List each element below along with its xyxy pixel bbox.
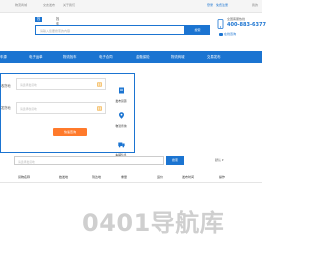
hotline-label: 全国客服热线 [227, 17, 246, 21]
register-link[interactable]: 免费注册 [216, 3, 228, 7]
column-header: 始发地 [59, 175, 69, 179]
watermark-text: 0401导航库 [82, 209, 225, 237]
destination-field[interactable]: 请选择收货地 [16, 102, 106, 114]
tab-find-truck[interactable]: 找车 [54, 17, 61, 26]
search-input[interactable]: 请输入您要搜索的内容 [35, 25, 185, 35]
origin-field[interactable]: 请选择发货地 [16, 78, 106, 90]
side-item-label: 物流查询 [115, 124, 127, 128]
sort-dropdown[interactable]: 默认 ▾ [215, 158, 223, 162]
hotline-number: 400-883-6377 [227, 22, 266, 28]
nav-item-finance[interactable]: 金融保险 [136, 51, 150, 63]
top-link-mall[interactable]: 物流商城 [15, 3, 27, 7]
nav-item-vehicles[interactable]: 车源 [0, 51, 7, 63]
tab-find-goods[interactable]: 找货 [35, 17, 43, 26]
origin-placeholder: 请选择发货地 [20, 83, 37, 87]
side-item-publish-goods[interactable]: 发布货源 [109, 79, 133, 103]
location-pin-icon [118, 112, 124, 119]
destination-placeholder: 请选择收货地 [20, 107, 37, 111]
filter-input[interactable]: 请选择发货地 [14, 156, 164, 165]
side-item-label: 发布货源 [115, 99, 127, 103]
column-header: 操作 [219, 175, 226, 179]
top-link-publish[interactable]: 交友发布 [43, 3, 55, 7]
column-header: 到达地 [92, 175, 102, 179]
column-header: 重量 [121, 175, 128, 179]
map-icon [97, 82, 102, 87]
nav-item-e-contract[interactable]: 电子合同 [99, 51, 113, 63]
column-header: 货物名称 [18, 175, 31, 179]
origin-label: 发货地 [1, 106, 11, 110]
nav-item-e-waybill[interactable]: 电子运单 [29, 51, 43, 63]
online-consult-link[interactable]: 在线咨询 [219, 32, 236, 36]
destination-label: 收货地 [1, 84, 11, 88]
map-icon [97, 106, 102, 111]
document-icon [118, 87, 124, 94]
column-header: 运价 [157, 175, 164, 179]
side-item-logistics-query[interactable]: 物流查询 [109, 104, 133, 128]
top-link-mine[interactable]: 我的 [252, 3, 258, 7]
login-link[interactable]: 登录 [207, 3, 213, 7]
search-button[interactable]: 搜索 [185, 25, 210, 35]
table-header: 货物名称 始发地 到达地 重量 运价 发布时间 操作 [0, 172, 262, 183]
phone-icon [217, 19, 224, 29]
nav-item-publish[interactable]: 交易发布 [207, 51, 221, 63]
filter-search-button[interactable]: 搜索 [166, 156, 184, 165]
quick-query-button[interactable]: 快速查询 [53, 128, 87, 136]
route-query-panel: 发货地 请选择发货地 收货地 请选择收货地 快速查询 发布货源 物流查询 车辆信… [0, 73, 135, 157]
side-item-vehicle-info[interactable]: 车辆信息 [109, 133, 133, 157]
top-link-about[interactable]: 关于我们 [63, 3, 75, 7]
chat-icon [219, 32, 223, 36]
nav-item-mall[interactable]: 物流商城 [171, 51, 185, 63]
main-nav: 车源 电子运单 物流找车 电子合同 金融保险 物流商城 交易发布 [0, 51, 262, 63]
truck-icon [117, 142, 125, 148]
column-header: 发布时间 [182, 175, 195, 179]
nav-item-find-truck[interactable]: 物流找车 [63, 51, 77, 63]
online-consult-label: 在线咨询 [224, 32, 237, 36]
filter-placeholder: 请选择发货地 [18, 160, 35, 164]
search-placeholder: 请输入您要搜索的内容 [40, 29, 71, 33]
